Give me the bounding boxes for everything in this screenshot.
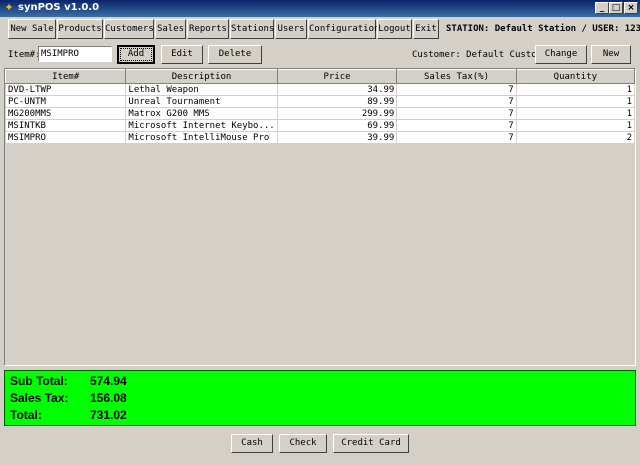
total-line: Total: 731.02	[10, 408, 127, 422]
cell-description: Matrox G200 MMS	[125, 107, 278, 120]
column-header-price[interactable]: Price	[276, 69, 398, 84]
payment-bar: Cash Check Credit Card	[0, 432, 640, 456]
cell-item: DVD-LTWP	[5, 83, 127, 96]
customers-button[interactable]: Customers	[104, 19, 154, 39]
maximize-button[interactable]: □	[609, 2, 623, 14]
change-customer-button[interactable]: Change	[535, 45, 587, 64]
sales-tax-value: 156.08	[90, 391, 127, 405]
cell-price: 34.99	[276, 83, 398, 96]
cell-description: Microsoft Internet Keybo...	[125, 119, 278, 132]
delete-button[interactable]: Delete	[208, 45, 262, 64]
cell-quantity: 1	[515, 119, 635, 132]
cell-price: 89.99	[276, 95, 398, 108]
check-button[interactable]: Check	[279, 434, 327, 453]
cell-quantity: 1	[515, 107, 635, 120]
table-header-row: Item# Description Price Sales Tax(%) Qua…	[5, 69, 635, 84]
sales-button[interactable]: Sales	[155, 19, 186, 39]
cell-item: MSINTKB	[5, 119, 127, 132]
cell-sales-tax: 7	[396, 95, 517, 108]
reports-button[interactable]: Reports	[187, 19, 229, 39]
total-label: Total:	[10, 408, 42, 422]
sales-tax-line: Sales Tax: 156.08	[10, 391, 127, 405]
sub-total-line: Sub Total: 574.94	[10, 374, 127, 388]
minimize-button[interactable]: _	[595, 2, 609, 14]
table-row[interactable]: PC-UNTM Unreal Tournament 89.99 7 1	[5, 95, 635, 108]
table-row[interactable]: MSINTKB Microsoft Internet Keybo... 69.9…	[5, 119, 635, 132]
table-row[interactable]: MSIMPRO Microsoft IntelliMouse Pro 39.99…	[5, 131, 635, 144]
exit-button[interactable]: Exit	[413, 19, 439, 39]
app-icon: ✦	[4, 1, 14, 14]
edit-button[interactable]: Edit	[161, 45, 203, 64]
cell-item: MSIMPRO	[5, 131, 127, 144]
item-number-label: Item#:	[8, 50, 41, 60]
new-customer-button[interactable]: New	[591, 45, 631, 64]
cell-quantity: 2	[515, 131, 635, 144]
credit-card-button[interactable]: Credit Card	[333, 434, 409, 453]
logout-button[interactable]: Logout	[377, 19, 412, 39]
cell-quantity: 1	[515, 95, 635, 108]
cell-sales-tax: 7	[396, 83, 517, 96]
cell-sales-tax: 7	[396, 119, 517, 132]
sale-items-grid[interactable]: Item# Description Price Sales Tax(%) Qua…	[4, 68, 636, 366]
cell-price: 39.99	[276, 131, 398, 144]
column-header-sales-tax[interactable]: Sales Tax(%)	[396, 69, 517, 84]
station-user-info: STATION: Default Station / USER: 123	[446, 24, 640, 34]
window-title: synPOS v1.0.0	[18, 2, 100, 13]
products-button[interactable]: Products	[57, 19, 103, 39]
column-header-description[interactable]: Description	[125, 69, 278, 84]
cell-description: Lethal Weapon	[125, 83, 278, 96]
sale-items-table: Item# Description Price Sales Tax(%) Qua…	[5, 69, 635, 144]
cell-quantity: 1	[515, 83, 635, 96]
cell-item: PC-UNTM	[5, 95, 127, 108]
main-toolbar: New Sale Products Customers Sales Report…	[2, 18, 640, 41]
sales-tax-label: Sales Tax:	[10, 391, 69, 405]
total-value: 731.02	[90, 408, 127, 422]
cash-button[interactable]: Cash	[231, 434, 273, 453]
close-button[interactable]: ×	[624, 2, 638, 14]
cell-price: 299.99	[276, 107, 398, 120]
column-header-item[interactable]: Item#	[5, 69, 127, 84]
item-entry-bar: Item#: MSIMPRO Add Edit Delete Customer:…	[0, 44, 640, 66]
pos-window: ✦ synPOS v1.0.0 _ □ × New Sale Products …	[0, 0, 640, 465]
cell-sales-tax: 7	[396, 131, 517, 144]
totals-panel: Sub Total: 574.94 Sales Tax: 156.08 Tota…	[4, 370, 636, 426]
table-row[interactable]: MG200MMS Matrox G200 MMS 299.99 7 1	[5, 107, 635, 120]
new-sale-button[interactable]: New Sale	[8, 19, 56, 39]
stations-button[interactable]: Stations	[230, 19, 274, 39]
title-bar: ✦ synPOS v1.0.0 _ □ ×	[0, 0, 640, 17]
users-button[interactable]: Users	[275, 19, 307, 39]
add-button[interactable]: Add	[117, 45, 155, 64]
cell-sales-tax: 7	[396, 107, 517, 120]
customer-label: Customer: Default Customer	[412, 50, 553, 60]
cell-description: Unreal Tournament	[125, 95, 278, 108]
sub-total-label: Sub Total:	[10, 374, 68, 388]
configuration-button[interactable]: Configuration	[308, 19, 379, 39]
cell-item: MG200MMS	[5, 107, 127, 120]
table-row[interactable]: DVD-LTWP Lethal Weapon 34.99 7 1	[5, 83, 635, 96]
cell-description: Microsoft IntelliMouse Pro	[125, 131, 278, 144]
column-header-quantity[interactable]: Quantity	[515, 69, 635, 84]
cell-price: 69.99	[276, 119, 398, 132]
item-number-input[interactable]: MSIMPRO	[38, 46, 112, 62]
sub-total-value: 574.94	[90, 374, 127, 388]
